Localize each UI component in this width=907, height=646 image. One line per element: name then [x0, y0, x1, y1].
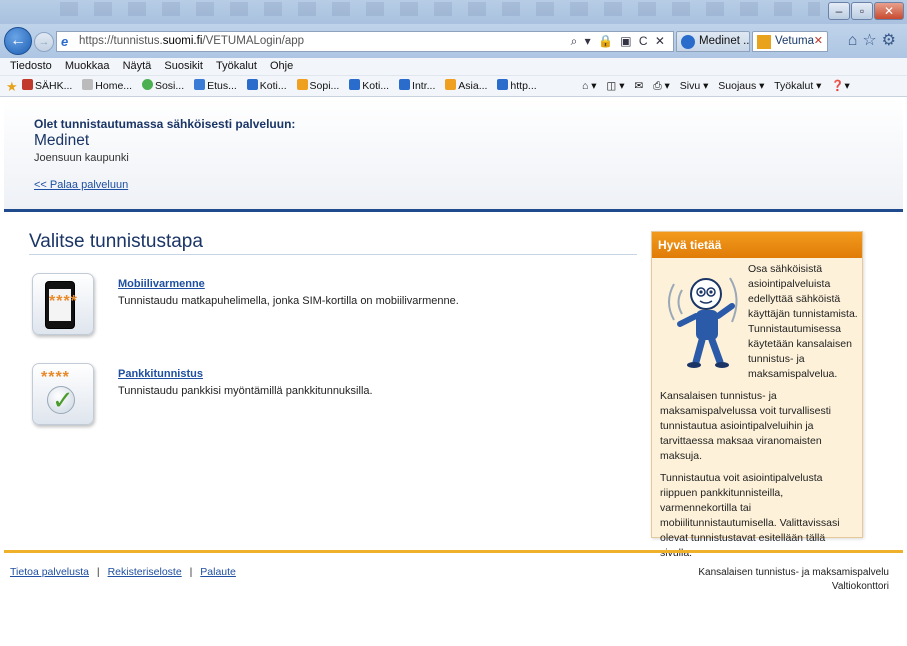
service-organization: Joensuun kaupunki — [34, 152, 129, 164]
info-box: Hyvä tietää Osa sähköisistä asiointipalv… — [651, 231, 863, 559]
footer-link-about[interactable]: Tietoa palvelusta — [10, 566, 89, 578]
favorite-item[interactable]: Sosi... — [141, 79, 184, 92]
bank-auth-link[interactable]: Pankkitunnistus — [118, 368, 203, 380]
footer-link-privacy[interactable]: Rekisteriseloste — [108, 566, 182, 578]
footer-divider — [4, 550, 903, 553]
title-divider — [29, 254, 637, 255]
favorite-item[interactable]: Sopi... — [296, 79, 339, 92]
footer-links: Tietoa palvelusta | Rekisteriseloste | P… — [10, 566, 236, 578]
service-header: Olet tunnistautumassa sähköisesti palvel… — [4, 97, 903, 212]
command-bar: ⌂ ▾ ◫ ▾ ✉ ⎙ ▾ Sivu ▾ Suojaus ▾ Työkalut … — [582, 76, 857, 96]
favorite-item[interactable]: Koti... — [246, 79, 287, 92]
print-icon[interactable]: ⎙ ▾ — [653, 80, 670, 92]
bank-auth-description: Tunnistaudu pankkisi myöntämillä pankkit… — [118, 385, 373, 397]
cmd-page[interactable]: Sivu ▾ — [680, 80, 709, 92]
favorite-item[interactable]: Intr... — [399, 79, 435, 92]
tab-medinet[interactable]: Medinet ... — [676, 31, 750, 52]
footer-separator: | — [96, 566, 100, 578]
page-content: Olet tunnistautumassa sähköisesti palvel… — [4, 97, 903, 646]
back-to-service-link[interactable]: << Palaa palveluun — [34, 179, 128, 191]
minimize-icon[interactable]: – — [828, 2, 850, 20]
menu-item-file[interactable]: Tiedosto — [10, 60, 52, 72]
tab-label: Medinet ... — [699, 35, 750, 47]
info-paragraph-3: Tunnistautua voit asiointipalvelusta rii… — [660, 472, 840, 559]
info-box-title: Hyvä tietää — [652, 232, 862, 258]
back-arrow-icon[interactable]: ← — [4, 27, 32, 55]
browser-toolbar-icons: ⌂☆⚙ — [848, 30, 901, 50]
ie-logo-icon: e — [61, 34, 69, 49]
menu-item-view[interactable]: Näytä — [123, 60, 152, 72]
tab-label: Vetuma — [775, 35, 814, 47]
favorites-star-icon[interactable]: ★ — [6, 77, 18, 96]
service-name: Medinet — [34, 132, 90, 149]
favorite-item[interactable]: SÄHK... — [22, 79, 72, 92]
menu-item-edit[interactable]: Muokkaa — [65, 60, 110, 72]
navigation-bar: ← → e https://tunnistus.suomi.fi/VETUMAL… — [0, 24, 907, 58]
maximize-icon[interactable]: ▫ — [851, 2, 873, 20]
footer-separator: | — [189, 566, 193, 578]
forward-arrow-icon[interactable]: → — [34, 32, 54, 52]
gear-icon[interactable]: ⚙ — [882, 32, 901, 49]
close-window-icon[interactable]: ✕ — [874, 2, 904, 20]
tab-favicon-icon — [681, 35, 695, 49]
footer-link-feedback[interactable]: Palaute — [200, 566, 236, 578]
home-icon[interactable]: ⌂ ▾ — [582, 80, 597, 92]
stars-text: **** — [41, 369, 70, 386]
bank-check-icon[interactable]: **** ✓ — [32, 363, 94, 425]
ie-page-icon — [757, 35, 771, 49]
cmd-safety[interactable]: Suojaus ▾ — [718, 80, 764, 92]
tab-close-icon[interactable]: ✕ — [814, 32, 823, 51]
service-intro: Olet tunnistautumassa sähköisesti palvel… — [34, 117, 296, 131]
url-text[interactable]: https://tunnistus.suomi.fi/VETUMALogin/a… — [79, 35, 304, 47]
checkmark-circle: ✓ — [47, 386, 75, 414]
mobile-auth-description: Tunnistaudu matkapuhelimella, jonka SIM-… — [118, 295, 459, 307]
address-bar[interactable]: e https://tunnistus.suomi.fi/VETUMALogin… — [56, 31, 674, 52]
mascot-figure-icon — [660, 262, 748, 374]
footer-provider-line1: Kansalaisen tunnistus- ja maksamispalvel… — [698, 567, 889, 578]
menu-item-tools[interactable]: Työkalut — [216, 60, 257, 72]
favorites-star-icon[interactable]: ☆ — [862, 32, 881, 49]
menu-item-favorites[interactable]: Suosikit — [164, 60, 203, 72]
home-icon[interactable]: ⌂ — [848, 32, 863, 49]
mobile-phone-icon[interactable]: **** — [32, 273, 94, 335]
blurred-taskbar-strip — [60, 2, 820, 16]
help-icon[interactable]: ❓▾ — [831, 80, 849, 92]
favorites-bar: ★ SÄHK... Home... Sosi... Etus... Koti..… — [0, 76, 907, 97]
info-box-body: Osa sähköisistä asiointipalveluista edel… — [660, 262, 858, 568]
menu-item-help[interactable]: Ohje — [270, 60, 293, 72]
footer-provider-line2: Valtiokonttori — [831, 581, 889, 592]
page-title: Valitse tunnistustapa — [29, 231, 203, 252]
mobile-auth-link[interactable]: Mobiilivarmenne — [118, 278, 205, 290]
favorite-item[interactable]: Home... — [82, 79, 132, 92]
favorite-item[interactable]: Etus... — [194, 79, 237, 92]
info-paragraph-2: Kansalaisen tunnistus- ja maksamispalvel… — [660, 390, 831, 462]
stars-text: **** — [49, 293, 78, 310]
menu-bar: Tiedosto Muokkaa Näytä Suosikit Työkalut… — [0, 58, 907, 76]
favorite-item[interactable]: Koti... — [349, 79, 389, 92]
feeds-icon[interactable]: ◫ ▾ — [606, 80, 624, 92]
favorite-item[interactable]: http... — [497, 79, 537, 92]
mail-icon[interactable]: ✉ — [634, 80, 643, 92]
favorite-item[interactable]: Asia... — [445, 79, 487, 92]
cmd-tools[interactable]: Työkalut ▾ — [774, 80, 821, 92]
address-tools[interactable]: ⌕ ▾ 🔒 ▣ C ✕ — [571, 34, 667, 49]
tab-vetuma[interactable]: Vetuma ✕ — [752, 31, 828, 52]
footer-provider: Kansalaisen tunnistus- ja maksamispalvel… — [698, 566, 889, 594]
window-titlebar: – ▫ ✕ — [0, 0, 907, 24]
